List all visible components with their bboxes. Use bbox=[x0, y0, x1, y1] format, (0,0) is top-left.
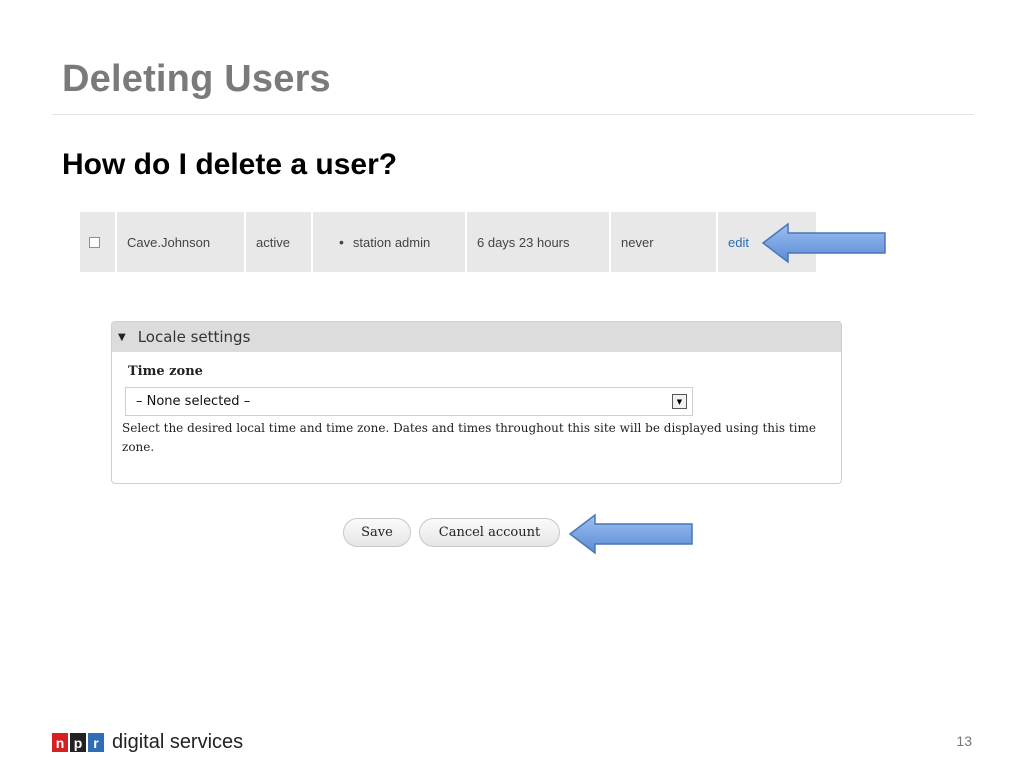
row-checkbox-cell bbox=[80, 212, 117, 272]
cancel-account-button[interactable]: Cancel account bbox=[419, 518, 560, 547]
timezone-select[interactable]: – None selected – ▼ bbox=[125, 387, 693, 416]
legend-label: Locale settings bbox=[137, 328, 251, 346]
caret-down-icon: ▼ bbox=[118, 331, 126, 343]
checkbox-icon[interactable] bbox=[89, 236, 100, 248]
chevron-down-icon[interactable]: ▼ bbox=[672, 394, 687, 409]
timezone-label: Time zone bbox=[128, 364, 203, 379]
title-divider bbox=[52, 114, 974, 115]
timezone-description: Select the desired local time and time z… bbox=[122, 421, 816, 454]
left-arrow-icon bbox=[761, 222, 886, 264]
left-arrow-icon bbox=[568, 513, 693, 555]
status-cell: active bbox=[246, 212, 313, 272]
edit-link[interactable]: edit bbox=[728, 235, 749, 250]
slide-subtitle: How do I delete a user? bbox=[62, 148, 398, 181]
last-access-cell: never bbox=[611, 212, 718, 272]
member-for-cell: 6 days 23 hours bbox=[467, 212, 611, 272]
user-table-row: Cave.Johnson active • station admin 6 da… bbox=[80, 212, 816, 272]
bullet-icon: • bbox=[339, 234, 344, 250]
locale-settings-fieldset: ▼ Locale settings Time zone – None selec… bbox=[111, 321, 842, 484]
logo-letter-n: n bbox=[52, 733, 68, 752]
timezone-selected-value: – None selected – bbox=[136, 394, 251, 409]
username-cell: Cave.Johnson bbox=[117, 212, 246, 272]
role-label: station admin bbox=[352, 234, 431, 250]
npr-logo: n p r digital services bbox=[52, 731, 243, 754]
logo-letter-r: r bbox=[88, 733, 104, 752]
logo-letter-p: p bbox=[70, 733, 86, 752]
slide-title: Deleting Users bbox=[62, 58, 331, 100]
locale-settings-legend[interactable]: ▼ Locale settings bbox=[112, 322, 841, 352]
footer-text: digital services bbox=[112, 731, 244, 753]
roles-cell: • station admin bbox=[313, 212, 467, 272]
save-button[interactable]: Save bbox=[343, 518, 411, 547]
page-number: 13 bbox=[956, 733, 972, 749]
